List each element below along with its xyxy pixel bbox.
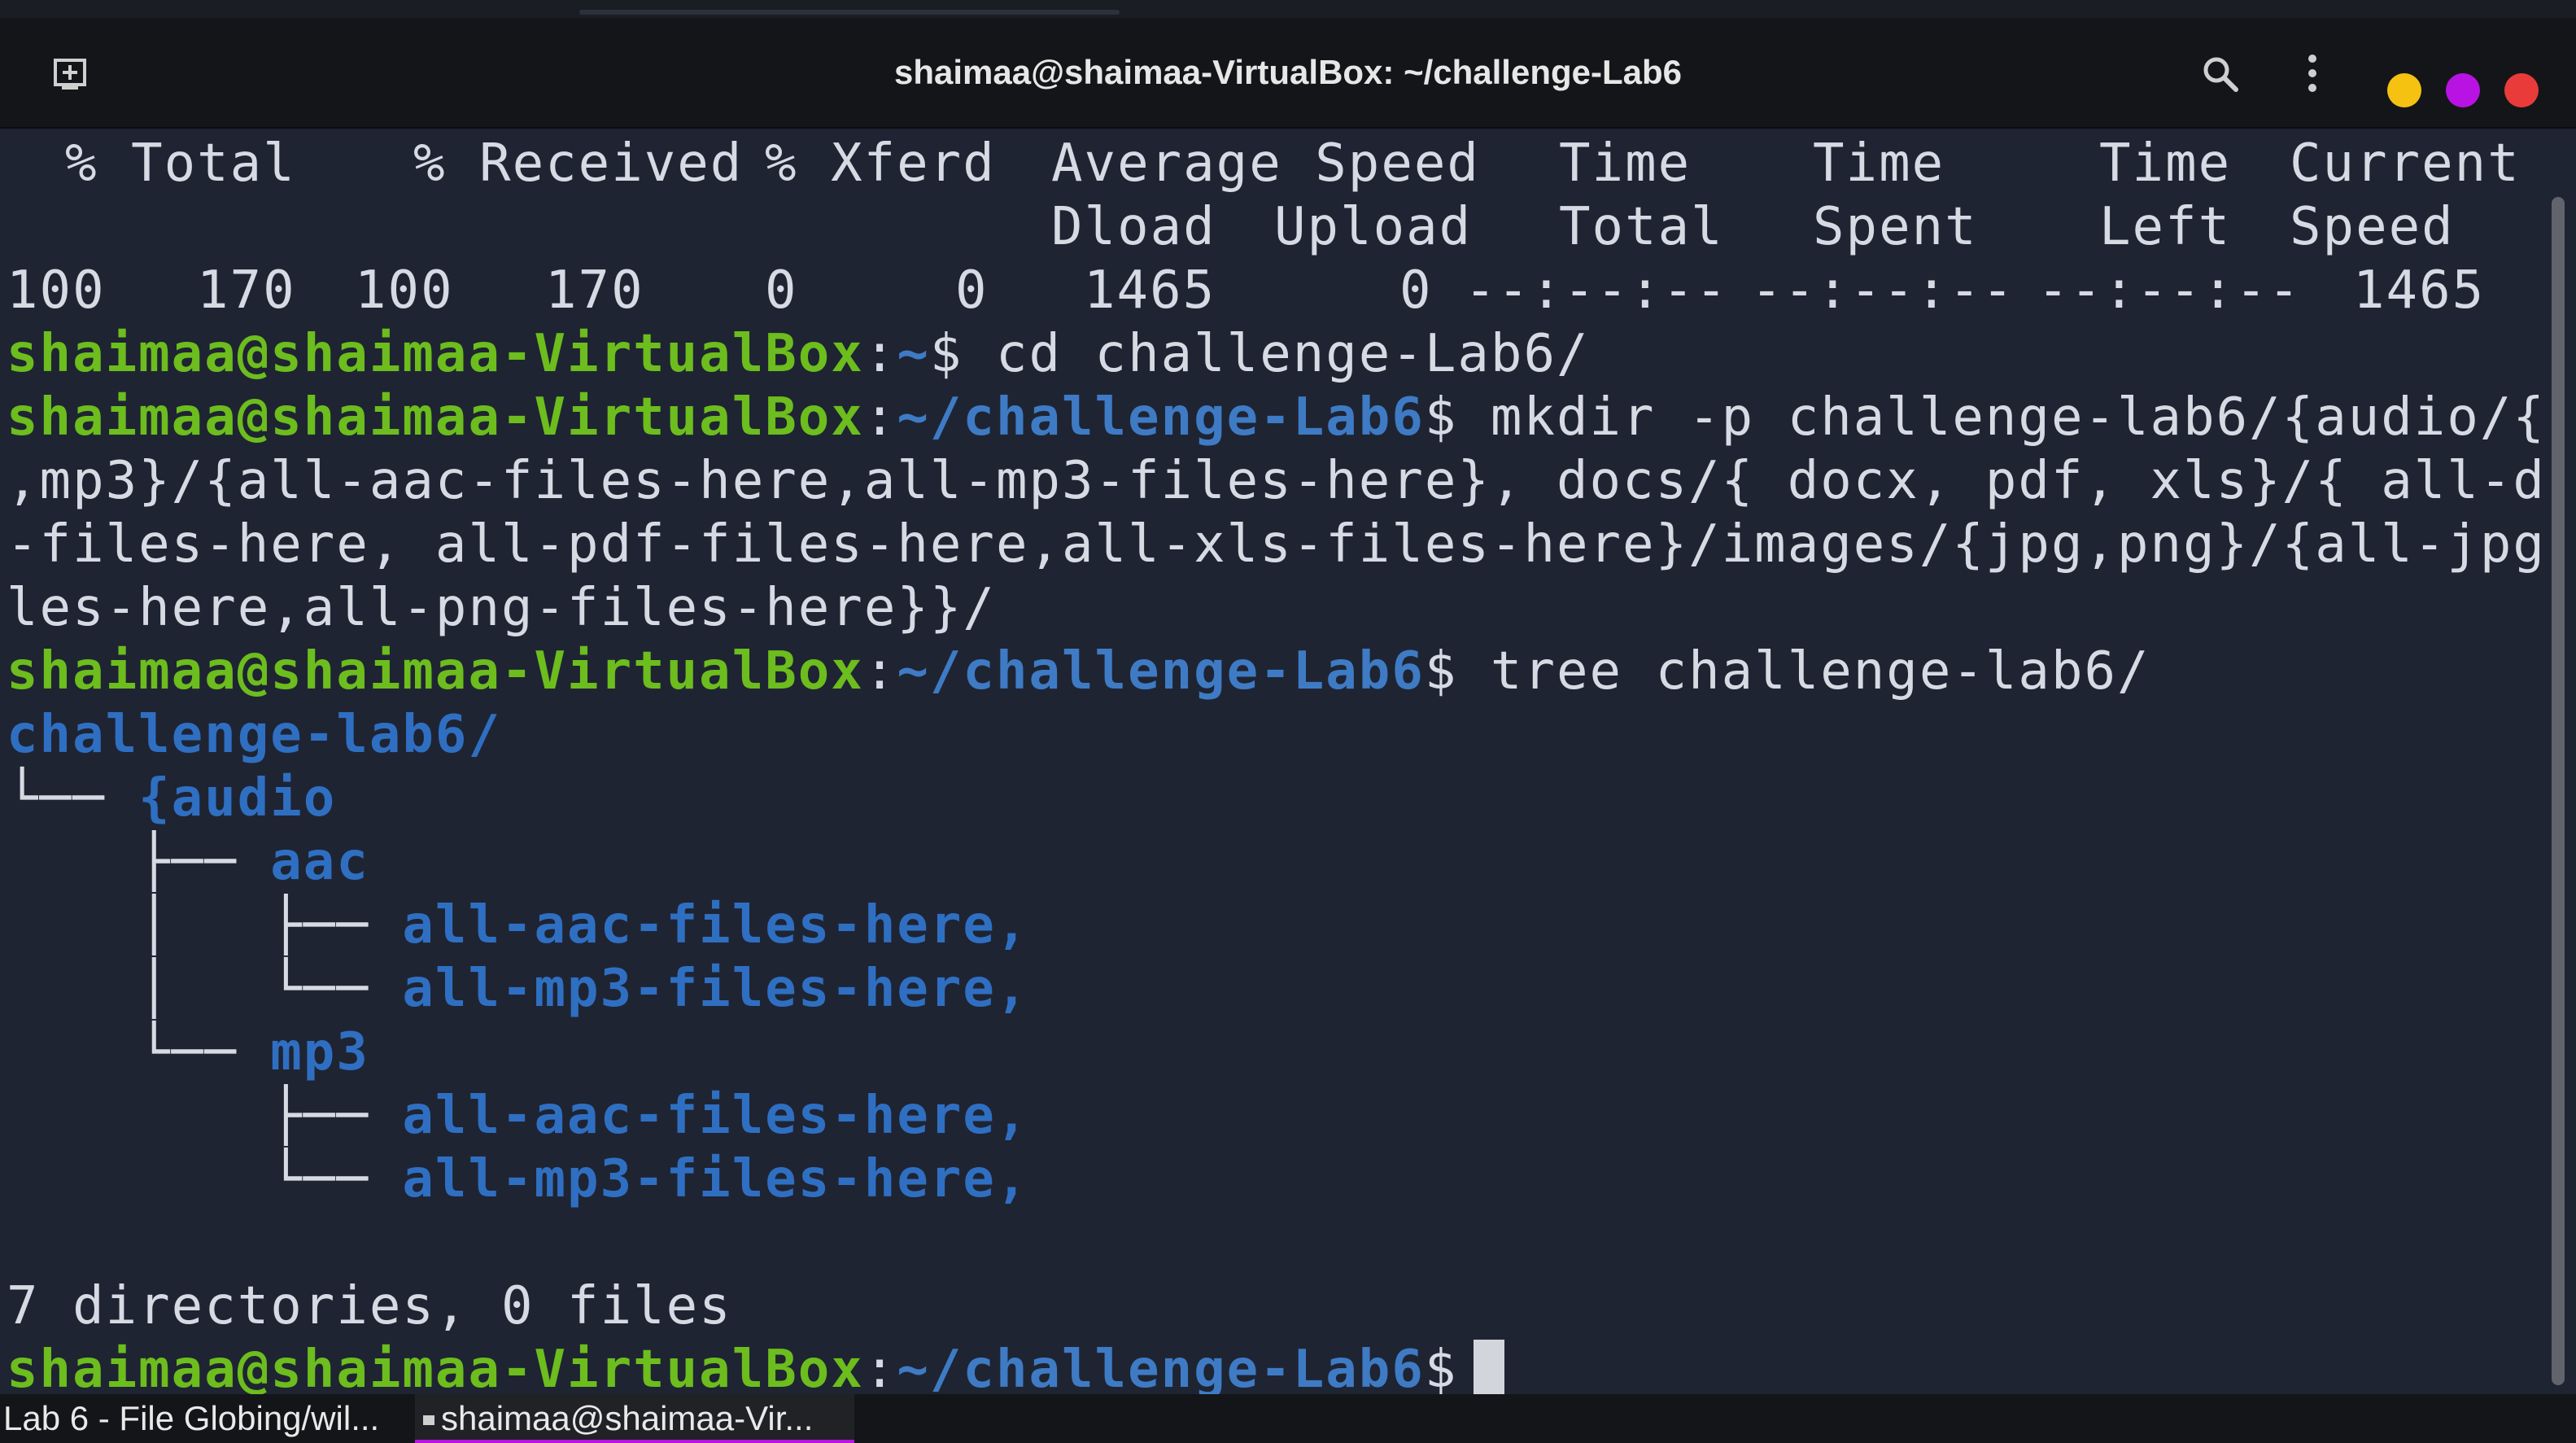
curl-value: --:--:-- — [1751, 260, 2015, 321]
curl-value: 1465 — [2353, 260, 2486, 321]
command-text: mkdir -p challenge-lab6/{audio/{aac — [1490, 387, 2576, 448]
prompt-path: ~ — [897, 324, 930, 384]
curl-header-received: % Received — [413, 133, 744, 194]
curl-value: --:--:-- — [1465, 260, 1729, 321]
tree-root: challenge-lab6/ — [7, 705, 501, 765]
curl-header-total-time: Total — [1559, 197, 1724, 257]
prompt-path: ~/challenge-Lab6 — [897, 641, 1425, 702]
tree-line: │ ├── all-aac-files-here, — [7, 895, 1029, 955]
text-cursor — [1474, 1340, 1505, 1397]
menu-icon[interactable] — [2296, 52, 2329, 94]
tree-line: ├── aac — [7, 832, 369, 892]
prompt-line: shaimaa@shaimaa-VirtualBox:~$ cd challen… — [7, 324, 1590, 384]
terminal-output[interactable]: % Total % Received % Xferd Average Speed… — [0, 129, 2576, 1400]
window-title: shaimaa@shaimaa-VirtualBox: ~/challenge-… — [893, 53, 1683, 91]
command-text: cd challenge-Lab6/ — [995, 324, 1590, 384]
curl-value: 1465 — [1084, 260, 1216, 321]
curl-value: 100 — [7, 260, 106, 321]
prompt-path: ~/challenge-Lab6 — [897, 1340, 1425, 1400]
tree-line: └── mp3 — [7, 1022, 369, 1082]
curl-header-upload: Upload — [1274, 197, 1473, 257]
curl-value: 0 — [765, 260, 798, 321]
tree-summary: 7 directories, 0 files — [7, 1276, 732, 1336]
scrollbar[interactable] — [2542, 129, 2576, 1394]
curl-header-dload: Dload — [1051, 197, 1216, 257]
curl-value: 0 — [955, 260, 989, 321]
command-continuation: ,mp3}/{all-aac-files-here,all-mp3-files-… — [7, 451, 2576, 511]
top-strip — [0, 0, 2576, 18]
curl-header-left: Left — [2099, 197, 2232, 257]
curl-header-spent: Spent — [1813, 197, 1978, 257]
command-continuation: les-here,all-png-files-here}}/ — [7, 578, 996, 638]
minimize-button[interactable] — [2387, 73, 2421, 107]
tree-line: └── {audio — [7, 768, 337, 829]
curl-header-total: % Total — [65, 133, 296, 194]
prompt-user-host: shaimaa@shaimaa-VirtualBox — [7, 641, 864, 702]
prompt-line: shaimaa@shaimaa-VirtualBox:~/challenge-L… — [7, 386, 2576, 449]
maximize-button[interactable] — [2446, 73, 2480, 107]
taskbar: Lab 6 - File Globing/wil... shaimaa@shai… — [0, 1394, 2576, 1443]
curl-value: 100 — [355, 260, 454, 321]
terminal-window: shaimaa@shaimaa-VirtualBox: ~/challenge-… — [0, 0, 2576, 1443]
taskbar-item-label: shaimaa@shaimaa-Vir... — [441, 1399, 814, 1437]
curl-value: 0 — [1399, 260, 1433, 321]
tree-line: └── all-mp3-files-here, — [7, 1149, 1029, 1209]
tree-line: │ └── all-mp3-files-here, — [7, 959, 1029, 1019]
curl-header-xferd: % Xferd — [765, 133, 996, 194]
tree-line: ├── all-aac-files-here, — [7, 1086, 1029, 1146]
curl-value: 170 — [197, 260, 296, 321]
curl-value: --:--:-- — [2037, 260, 2302, 321]
prompt-user-host: shaimaa@shaimaa-VirtualBox — [7, 387, 864, 448]
command-continuation: -files-here, all-pdf-files-here,all-xls-… — [7, 514, 2576, 575]
titlebar: shaimaa@shaimaa-VirtualBox: ~/challenge-… — [0, 18, 2576, 129]
curl-header-time: Time — [1813, 133, 1945, 194]
curl-value: 170 — [545, 260, 644, 321]
curl-header-time: Time — [1559, 133, 1692, 194]
prompt-user-host: shaimaa@shaimaa-VirtualBox — [7, 324, 864, 384]
curl-header-average-speed: Average Speed — [1051, 133, 1480, 194]
search-icon[interactable] — [2200, 54, 2241, 94]
tab-indicator — [579, 10, 1120, 15]
curl-header-speed: Speed — [2290, 197, 2455, 257]
curl-header-time: Time — [2099, 133, 2232, 194]
prompt-path: ~/challenge-Lab6 — [897, 387, 1425, 448]
curl-header-current: Current — [2290, 133, 2521, 194]
prompt-line: shaimaa@shaimaa-VirtualBox:~/challenge-L… — [7, 641, 2150, 702]
prompt-line: shaimaa@shaimaa-VirtualBox:~/challenge-L… — [7, 1338, 1505, 1401]
close-button[interactable] — [2504, 73, 2539, 107]
command-text: tree challenge-lab6/ — [1490, 641, 2150, 702]
taskbar-item-lab6[interactable]: Lab 6 - File Globing/wil... — [3, 1394, 410, 1443]
taskbar-item-terminal[interactable]: shaimaa@shaimaa-Vir... — [415, 1394, 854, 1443]
prompt-user-host: shaimaa@shaimaa-VirtualBox — [7, 1340, 864, 1400]
terminal-icon — [423, 1415, 434, 1425]
scrollbar-thumb[interactable] — [2552, 197, 2565, 1385]
